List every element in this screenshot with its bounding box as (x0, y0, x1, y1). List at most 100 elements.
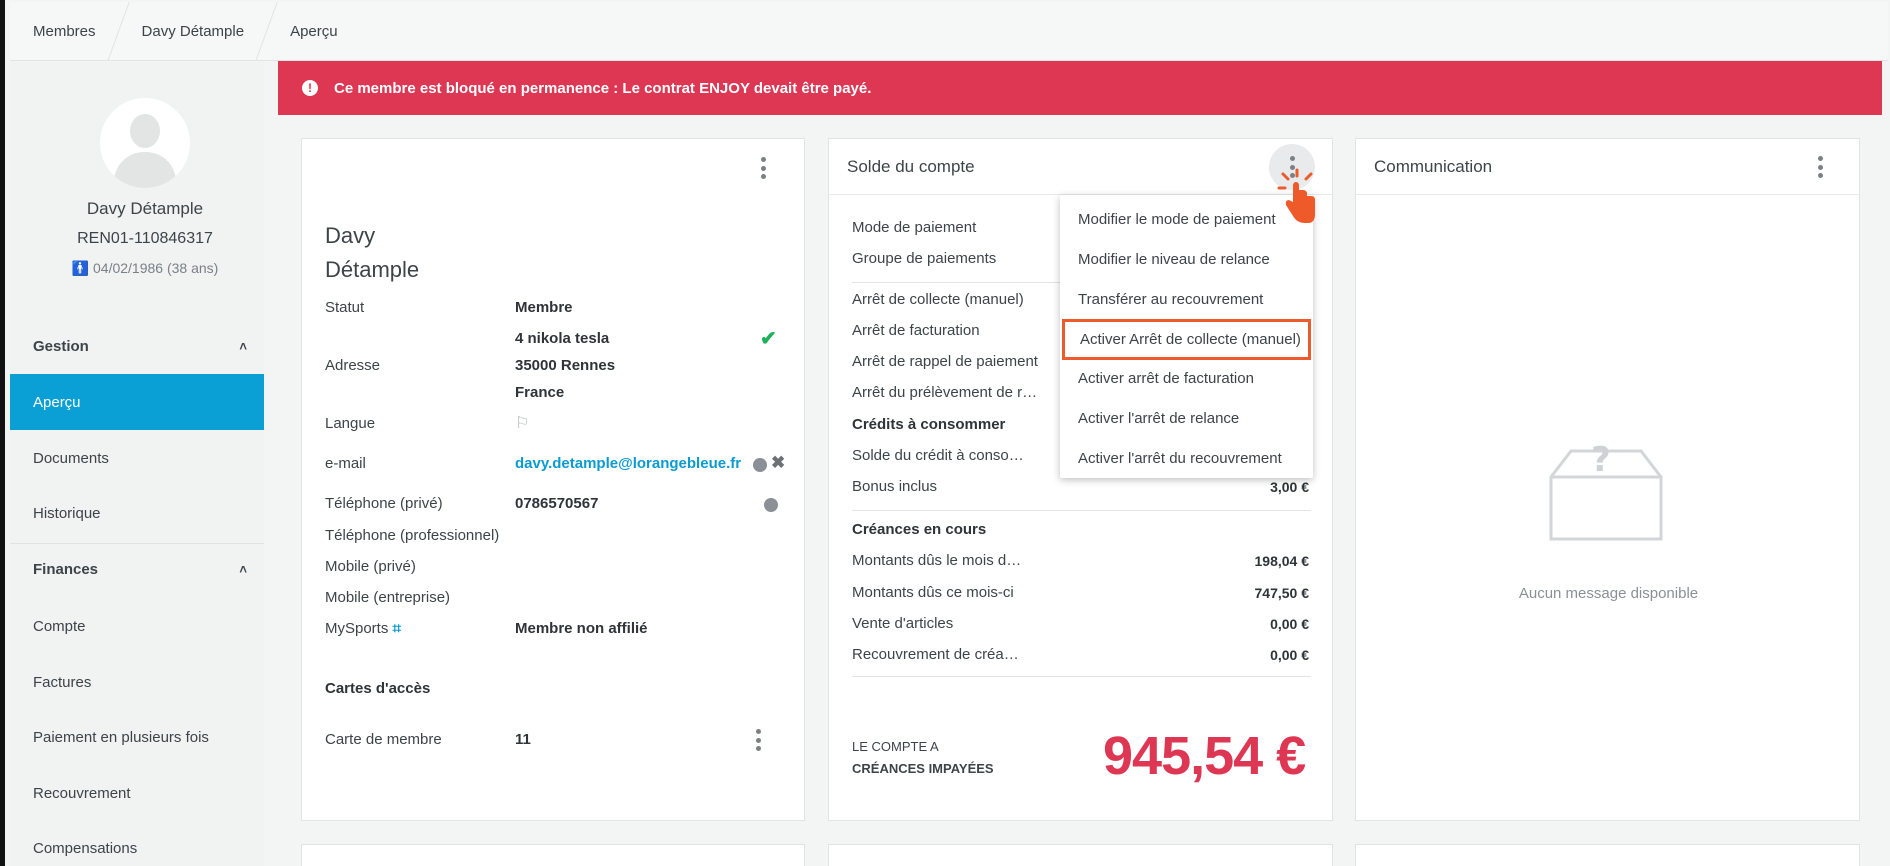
kebab-menu-icon[interactable] (1817, 156, 1823, 178)
telpro-label: Téléphone (professionnel) (325, 527, 500, 544)
creance-row-value: 198,04 € (1254, 553, 1310, 569)
mysports-label-text: MySports (325, 620, 389, 637)
footer-line-2: CRÉANCES IMPAYÉES (852, 761, 994, 776)
menu-item-activer-arret-collecte[interactable]: Activer Arrêt de collecte (manuel) (1062, 319, 1311, 360)
communication-header: Communication (1356, 139, 1859, 195)
creances-title: Créances en cours (852, 521, 987, 538)
sidebar-item-historique[interactable]: Historique (10, 485, 264, 541)
member-last-name: Détample (325, 257, 420, 282)
tel-value: 0786570567 (515, 495, 599, 512)
credits-row: Bonus inclus (852, 478, 938, 495)
avatar-head (130, 114, 160, 148)
creance-row-label: Recouvrement de créa… (852, 646, 1019, 663)
account-balance-header: Solde du compte (829, 139, 1332, 195)
bottom-card-3 (1355, 844, 1860, 866)
avatar-body (114, 152, 176, 188)
section-gestion[interactable]: Gestion ˄ (33, 338, 247, 355)
sidebar-divider (10, 543, 264, 544)
chevron-up-icon: ˄ (239, 562, 247, 577)
menu-item-activer-arret-facturation[interactable]: Activer arrêt de facturation (1060, 358, 1313, 398)
mobile-label: Mobile (privé) (325, 558, 416, 575)
statut-value: Membre (515, 299, 573, 316)
langue-label: Langue (325, 415, 376, 432)
menu-item-activer-arret-relance[interactable]: Activer l'arrêt de relance (1060, 398, 1313, 438)
sidebar-item-documents[interactable]: Documents (10, 430, 264, 486)
communication-title: Communication (1374, 156, 1493, 176)
bonus-value: 3,00 € (1270, 479, 1309, 495)
breadcrumb-current: Aperçu (290, 22, 338, 40)
alert-icon: ! (302, 80, 318, 96)
menu-item-transferer[interactable]: Transférer au recouvrement (1060, 279, 1313, 319)
creance-row-label: Vente d'articles (852, 615, 954, 632)
carte-value: 11 (515, 731, 531, 748)
mobile-ent-label: Mobile (entreprise) (325, 589, 451, 606)
communication-empty: Aucun message disponible (1518, 585, 1699, 602)
solde-row: Arrêt de collecte (manuel) (852, 291, 1024, 308)
breadcrumb: Membres Davy Détample Aperçu (10, 1, 1888, 61)
check-icon: ✔ (760, 328, 777, 350)
footer-line-1: LE COMPTE A (852, 739, 939, 754)
profile-dob-text: 04/02/1986 (38 ans) (93, 260, 219, 276)
email-label: e-mail (325, 455, 366, 472)
credits-row: Solde du crédit à conso… (852, 447, 1024, 464)
sidebar-item-apercu[interactable]: Aperçu (10, 374, 264, 430)
sidebar-item-compensations[interactable]: Compensations (10, 820, 264, 866)
menu-item-activer-arret-recouvrement[interactable]: Activer l'arrêt du recouvrement (1060, 438, 1313, 478)
solde-row: Arrêt du prélèvement de r… (852, 384, 1038, 401)
breadcrumb-members[interactable]: Membres (10, 2, 118, 61)
sidebar-item-factures[interactable]: Factures (10, 654, 264, 710)
creance-row-value: 747,50 € (1254, 585, 1310, 601)
sidebar-item-compte[interactable]: Compte (10, 598, 264, 654)
creance-row-value: 0,00 € (1270, 616, 1309, 632)
mysports-icon: ⌗ (392, 620, 401, 637)
email-link[interactable]: davy.detample@lorangebleue.fr (515, 455, 741, 472)
sidebar: Davy Détample REN01-110846317 🚹 04/02/19… (10, 62, 264, 866)
menu-item-modifier-mode[interactable]: Modifier le mode de paiement (1060, 199, 1313, 239)
flag-icon[interactable]: ⚐ (515, 413, 529, 433)
solde-row: Arrêt de rappel de paiement (852, 353, 1038, 370)
section-gestion-label: Gestion (33, 338, 89, 355)
divider (852, 510, 1311, 511)
chevron-up-icon: ˄ (239, 339, 247, 354)
carte-label: Carte de membre (325, 731, 442, 748)
alert-text: Ce membre est bloqué en permanence : Le … (334, 79, 872, 97)
cartes-title: Cartes d'accès (325, 680, 431, 697)
communication-card: Communication ? Aucun message disponible (1355, 138, 1860, 821)
member-card: Davy Détample Statut Membre 4 nikola tes… (301, 138, 805, 821)
app-frame: Membres Davy Détample Aperçu Davy Détamp… (0, 0, 1890, 866)
close-icon[interactable]: ✖ (771, 453, 785, 473)
adresse-label: Adresse (325, 357, 381, 374)
total-amount: 945,54 € (1103, 726, 1306, 786)
address-line-3: France (515, 384, 565, 401)
sidebar-item-recouvrement[interactable]: Recouvrement (10, 765, 264, 821)
section-finances-label: Finances (33, 561, 99, 578)
breadcrumb-member-name[interactable]: Davy Détample (119, 2, 267, 61)
solde-row: Groupe de paiements (852, 250, 997, 267)
divider (852, 676, 1311, 677)
solde-row: Arrêt de facturation (852, 322, 980, 339)
menu-item-modifier-relance[interactable]: Modifier le niveau de relance (1060, 239, 1313, 279)
account-balance-title: Solde du compte (847, 156, 975, 176)
kebab-menu-icon[interactable] (760, 157, 766, 179)
address-line-1: 4 nikola tesla (515, 330, 610, 347)
section-finances[interactable]: Finances ˄ (33, 561, 247, 578)
status-dot-icon (753, 458, 767, 472)
statut-label: Statut (325, 299, 365, 316)
sidebar-item-paiement[interactable]: Paiement en plusieurs fois (10, 709, 264, 765)
kebab-menu-icon[interactable] (755, 729, 761, 751)
bottom-card-1 (301, 844, 805, 866)
credits-title: Crédits à consommer (852, 416, 1006, 433)
profile-id: REN01-110846317 (77, 230, 213, 247)
blocked-alert: ! Ce membre est bloqué en permanence : L… (278, 61, 1882, 115)
profile-name: Davy Détample (86, 199, 204, 218)
svg-text:?: ? (1591, 440, 1611, 480)
solde-row: Mode de paiement (852, 219, 977, 236)
member-first-name: Davy (325, 223, 376, 248)
empty-box-icon: ? (1549, 440, 1663, 541)
profile-dob: 🚹 04/02/1986 (38 ans) (10, 260, 280, 277)
creance-row-label: Montants dûs le mois d… (852, 552, 1022, 569)
account-actions-menu: Modifier le mode de paiement Modifier le… (1060, 195, 1313, 478)
mysports-label: MySports ⌗ (325, 620, 401, 637)
bottom-card-2 (828, 844, 1333, 866)
address-line-2: 35000 Rennes (515, 357, 616, 374)
